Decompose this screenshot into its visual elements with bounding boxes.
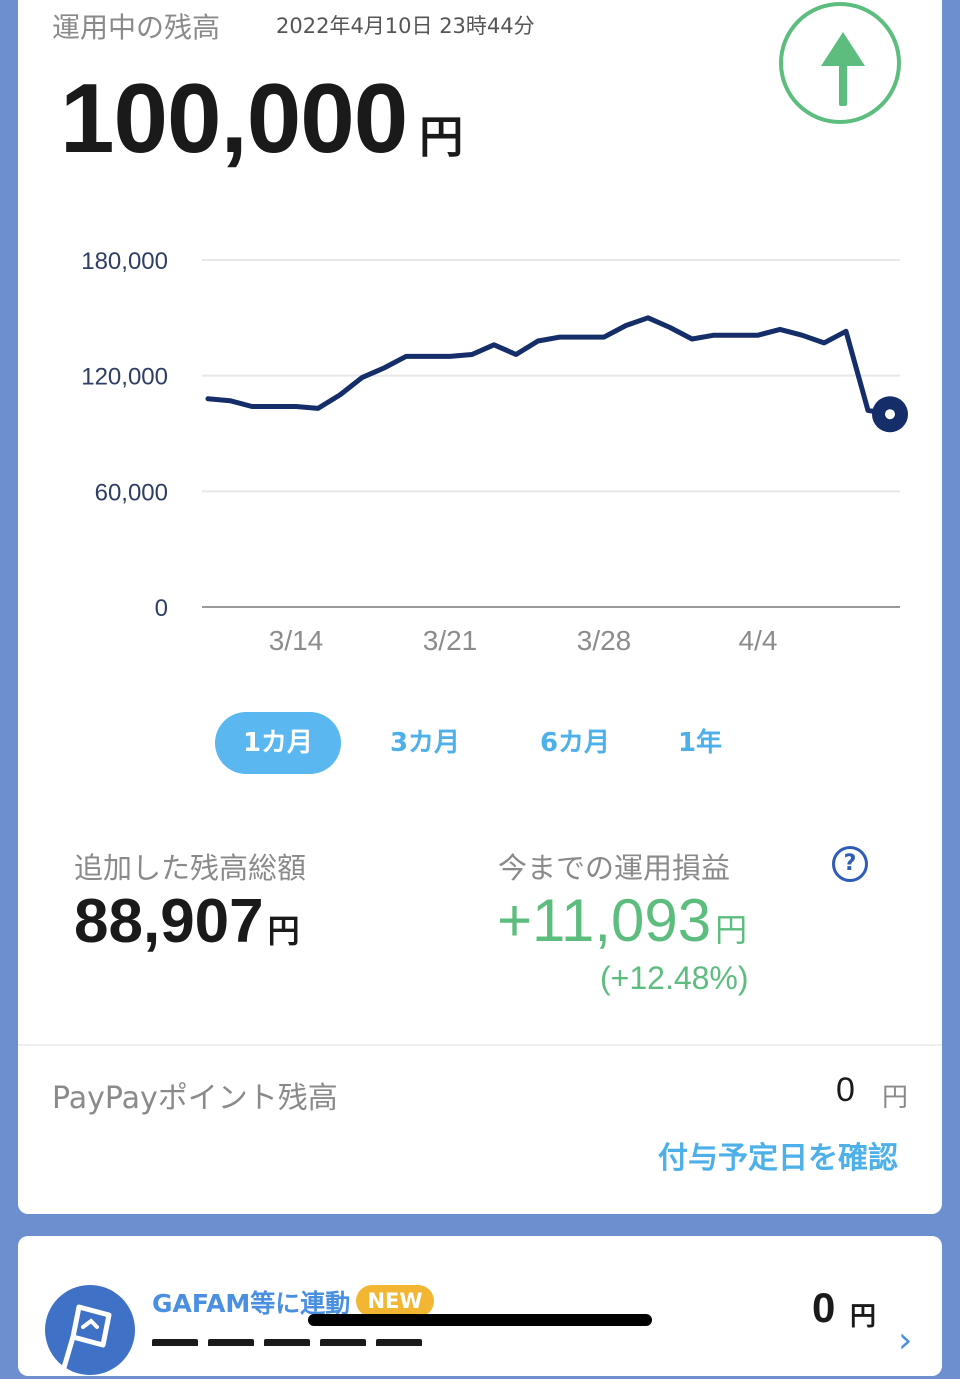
last-point-center: [885, 409, 895, 420]
added-balance-label: 追加した残高総額: [74, 851, 307, 885]
new-badge: NEW: [356, 1285, 434, 1317]
chevron-right-icon[interactable]: ›: [898, 1320, 912, 1361]
added-balance: 88,907 円: [74, 886, 300, 957]
profit-value: +11,093: [497, 887, 712, 954]
tab-6-months[interactable]: 6カ月: [515, 712, 635, 774]
added-balance-value: 88,907: [74, 887, 264, 956]
balance-title: 運用中の残高: [52, 11, 221, 44]
series-line: [205, 315, 893, 417]
balance-amount: 100,000 円: [60, 62, 463, 175]
profit-unit: 円: [715, 911, 748, 949]
profit-label: 今までの運用損益: [498, 851, 731, 885]
paypay-points-value: 0: [836, 1071, 855, 1109]
y-tick-label: 0: [155, 595, 168, 622]
gafam-unit: 円: [850, 1302, 877, 1332]
balance-chart: 0 60,000 120,000 180,000 3/14 3/21 3/28 4/4: [81, 248, 908, 656]
tab-3-months[interactable]: 3カ月: [365, 712, 485, 774]
tab-1-month[interactable]: 1カ月: [215, 712, 341, 774]
y-tick-label: 60,000: [95, 479, 168, 506]
y-tick-label: 180,000: [81, 248, 168, 275]
added-balance-unit: 円: [267, 912, 300, 950]
balance-datetime: 2022年4月10日 23時44分: [276, 14, 535, 38]
avatar: [45, 1285, 135, 1375]
gafam-value: 0: [812, 1284, 836, 1331]
profit-percent: (+12.48%): [600, 960, 749, 996]
x-tick-label: 4/4: [739, 625, 778, 656]
paypay-points-label: PayPayポイント残高: [52, 1081, 338, 1116]
paypay-points-unit: 円: [882, 1083, 909, 1113]
profit: +11,093 円: [497, 886, 747, 955]
flag-icon: [60, 1304, 112, 1374]
x-tick-label: 3/21: [423, 625, 478, 656]
y-tick-label: 120,000: [81, 364, 168, 391]
home-indicator: [308, 1314, 652, 1326]
balance-value: 100,000: [60, 63, 408, 173]
tab-1-year[interactable]: 1年: [655, 712, 745, 774]
balance-unit: 円: [419, 112, 464, 163]
x-tick-label: 3/28: [577, 625, 632, 656]
x-tick-label: 3/14: [269, 625, 324, 656]
divider: [18, 1044, 942, 1046]
grant-date-link[interactable]: 付与予定日を確認: [658, 1133, 898, 1177]
arrow-up-icon: [821, 32, 865, 106]
help-circle-icon[interactable]: ?: [832, 846, 868, 882]
up-button[interactable]: [779, 2, 901, 124]
